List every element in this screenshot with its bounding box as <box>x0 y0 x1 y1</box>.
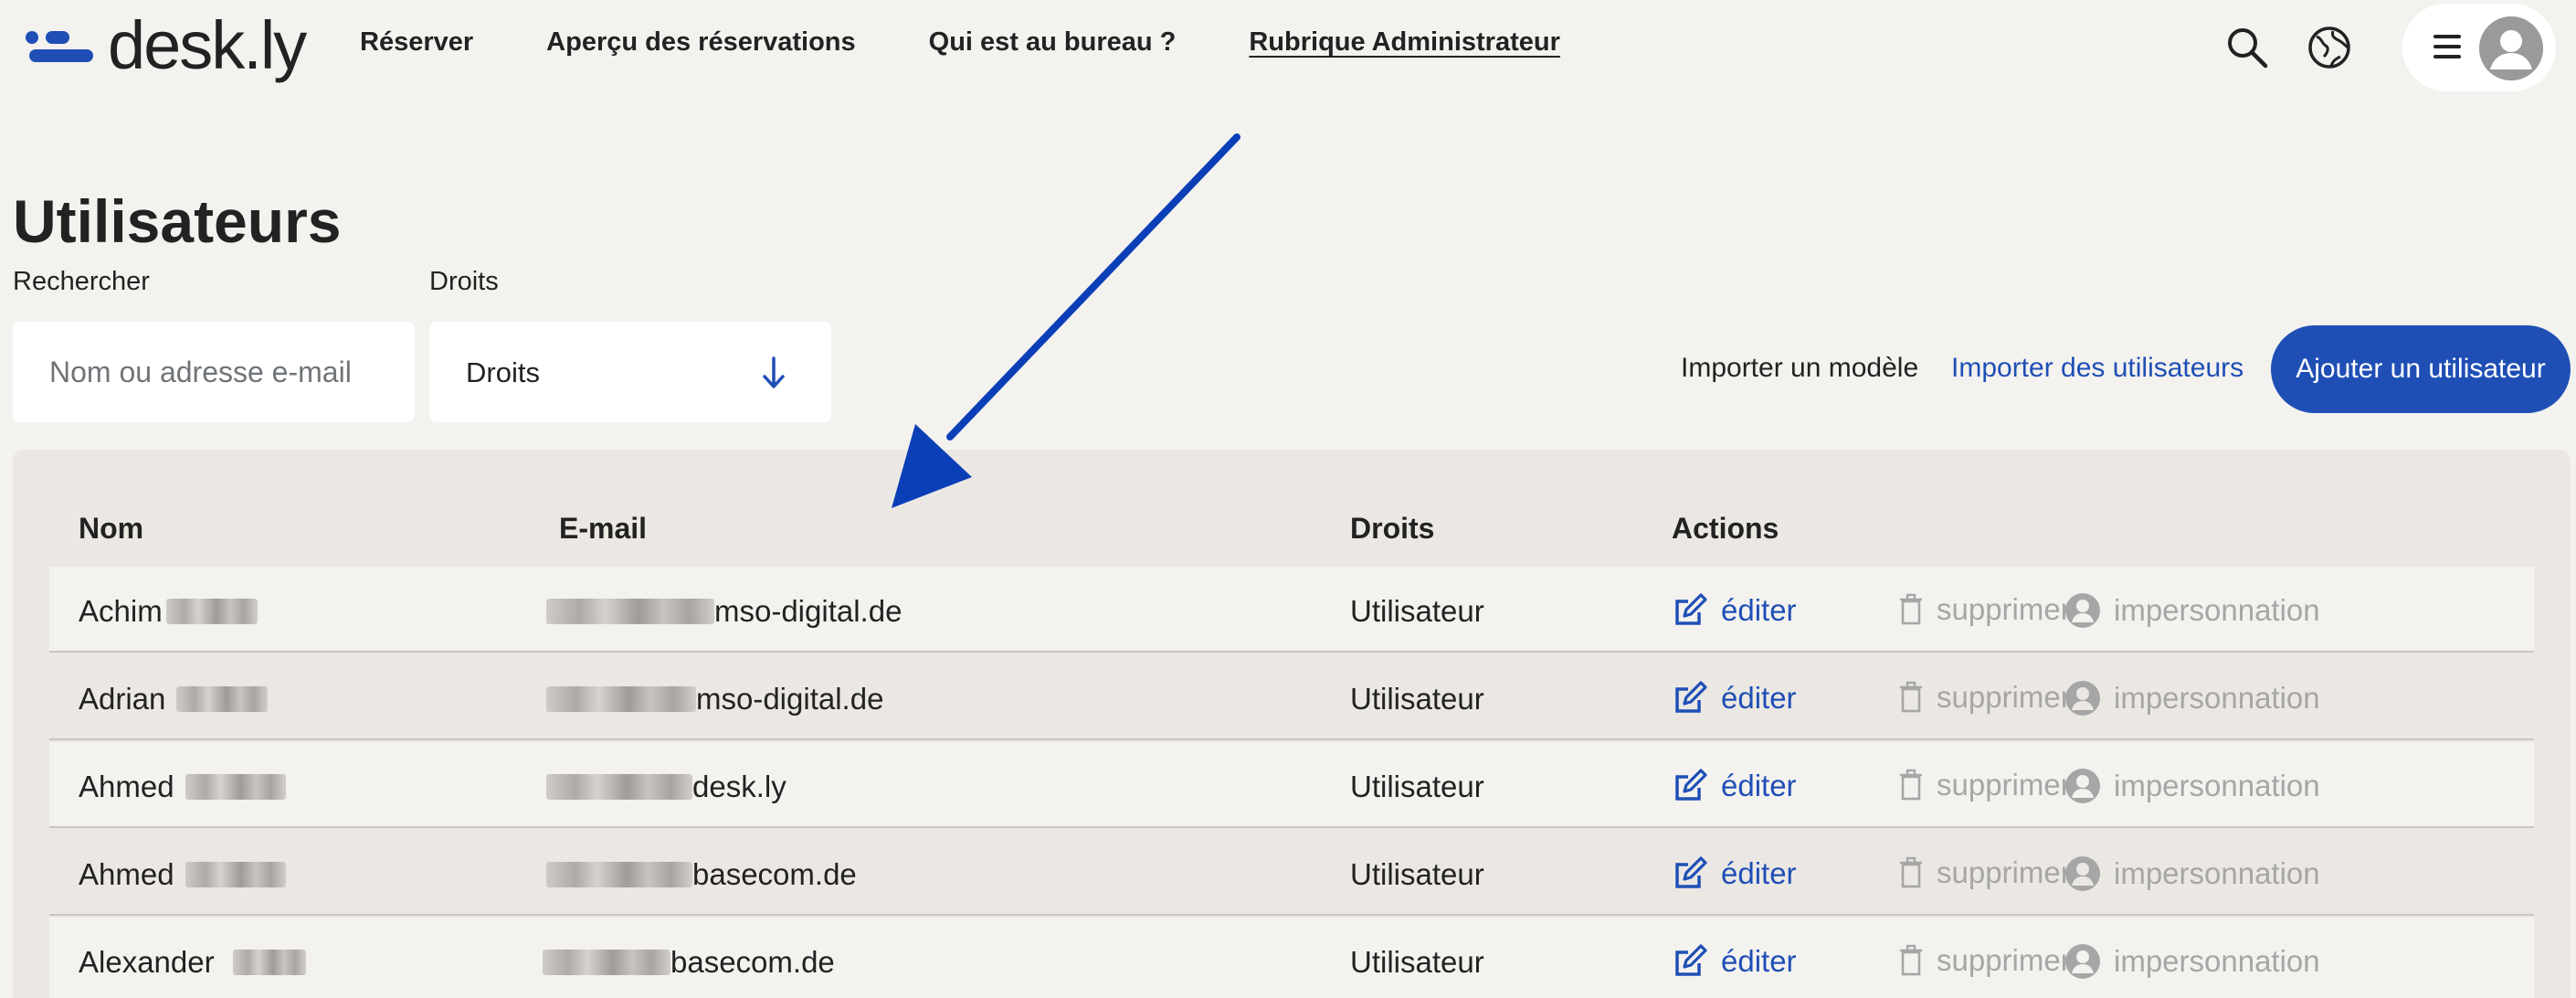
redacted-email-local <box>546 599 714 624</box>
edit-icon <box>1675 593 1707 625</box>
nav-link-reserver[interactable]: Réserver <box>360 27 473 58</box>
user-circle-icon <box>2065 593 2100 628</box>
user-email: mso-digital.de <box>546 682 883 717</box>
redacted-email-local <box>546 774 692 800</box>
column-header-actions: Actions <box>1672 512 1779 545</box>
column-header-rights: Droits <box>1350 512 1435 545</box>
user-circle-icon <box>2065 856 2100 891</box>
user-circle-icon <box>2065 681 2100 716</box>
trash-icon <box>1900 593 1922 625</box>
edit-action[interactable]: éditer <box>1672 943 1797 980</box>
brand-logo[interactable]: desk.ly <box>26 5 307 86</box>
redacted-surname <box>232 950 306 975</box>
user-name: Achim <box>79 594 258 629</box>
redacted-surname <box>165 599 258 624</box>
impersonate-action[interactable]: impersonnation <box>2064 855 2320 892</box>
edit-icon <box>1675 856 1707 888</box>
table-row: Ahmed basecom.de Utilisateur éditer supp… <box>49 830 2534 916</box>
redacted-email-local <box>546 686 696 712</box>
impersonate-action[interactable]: impersonnation <box>2064 592 2320 629</box>
user-email: desk.ly <box>546 770 787 804</box>
search-input[interactable] <box>13 322 415 422</box>
table-row: Ahmed desk.ly Utilisateur éditer supprim… <box>49 742 2534 828</box>
table-row: Alexander basecom.de Utilisateur éditer … <box>49 918 2534 998</box>
delete-action[interactable]: supprimer <box>1898 768 2071 802</box>
brand-name: desk.ly <box>108 7 307 83</box>
user-name: Adrian <box>79 682 269 717</box>
delete-action[interactable]: supprimer <box>1898 680 2071 715</box>
user-circle-icon <box>2065 769 2100 803</box>
trash-icon <box>1900 856 1922 888</box>
user-email: basecom.de <box>543 945 835 980</box>
search-icon[interactable] <box>2223 24 2271 71</box>
trash-icon <box>1900 944 1922 976</box>
impersonate-action[interactable]: impersonnation <box>2064 768 2320 804</box>
add-user-button[interactable]: Ajouter un utilisateur <box>2271 325 2571 413</box>
import-template-link[interactable]: Importer un modèle <box>1681 353 1918 384</box>
menu-icon <box>2433 35 2461 58</box>
user-menu-button[interactable] <box>2402 4 2556 91</box>
edit-icon <box>1675 681 1707 713</box>
edit-icon <box>1675 769 1707 801</box>
redacted-surname <box>185 774 286 800</box>
edit-action[interactable]: éditer <box>1672 855 1797 892</box>
redacted-email-local <box>543 950 670 975</box>
user-name: Ahmed <box>79 770 286 804</box>
table-row: Achim mso-digital.de Utilisateur éditer … <box>49 567 2534 653</box>
avatar-icon <box>2479 16 2543 80</box>
impersonate-action[interactable]: impersonnation <box>2064 943 2320 980</box>
rights-filter-value: Droits <box>466 356 540 388</box>
arrow-down-icon <box>763 356 785 388</box>
trash-icon <box>1900 769 1922 801</box>
user-rights: Utilisateur <box>1350 857 1484 891</box>
user-rights: Utilisateur <box>1350 770 1484 803</box>
user-circle-icon <box>2065 944 2100 979</box>
redacted-surname <box>185 862 286 887</box>
column-header-email: E-mail <box>559 512 648 545</box>
globe-icon[interactable] <box>2306 24 2353 71</box>
user-email: mso-digital.de <box>546 594 902 629</box>
delete-action[interactable]: supprimer <box>1898 855 2071 890</box>
edit-icon <box>1675 944 1707 976</box>
user-rights: Utilisateur <box>1350 682 1484 716</box>
user-email: basecom.de <box>546 857 857 892</box>
rights-filter-label: Droits <box>429 267 499 296</box>
page-title: Utilisateurs <box>13 187 342 255</box>
user-name: Ahmed <box>79 857 286 892</box>
user-rights: Utilisateur <box>1350 594 1484 628</box>
user-rights: Utilisateur <box>1350 945 1484 979</box>
nav-link-qui-est-au-bureau[interactable]: Qui est au bureau ? <box>929 27 1177 58</box>
impersonate-action[interactable]: impersonnation <box>2064 680 2320 717</box>
redacted-surname <box>176 686 269 712</box>
nav-link-apercu-reservations[interactable]: Aperçu des réservations <box>546 27 855 58</box>
table-row: Adrian mso-digital.de Utilisateur éditer… <box>49 654 2534 740</box>
search-label: Rechercher <box>13 267 150 296</box>
trash-icon <box>1900 681 1922 713</box>
column-header-name: Nom <box>79 512 144 545</box>
import-users-link[interactable]: Importer des utilisateurs <box>1951 353 2243 384</box>
user-name: Alexander <box>79 945 306 980</box>
logo-mark-icon <box>26 27 95 64</box>
edit-action[interactable]: éditer <box>1672 768 1797 804</box>
top-navigation: desk.ly Réserver Aperçu des réservations… <box>0 0 2576 95</box>
main-nav: Réserver Aperçu des réservations Qui est… <box>360 27 1560 58</box>
delete-action[interactable]: supprimer <box>1898 943 2071 978</box>
redacted-email-local <box>546 862 692 887</box>
nav-link-rubrique-administrateur[interactable]: Rubrique Administrateur <box>1249 27 1560 58</box>
rights-filter-select[interactable]: Droits <box>429 322 831 422</box>
edit-action[interactable]: éditer <box>1672 680 1797 717</box>
delete-action[interactable]: supprimer <box>1898 592 2071 627</box>
edit-action[interactable]: éditer <box>1672 592 1797 629</box>
